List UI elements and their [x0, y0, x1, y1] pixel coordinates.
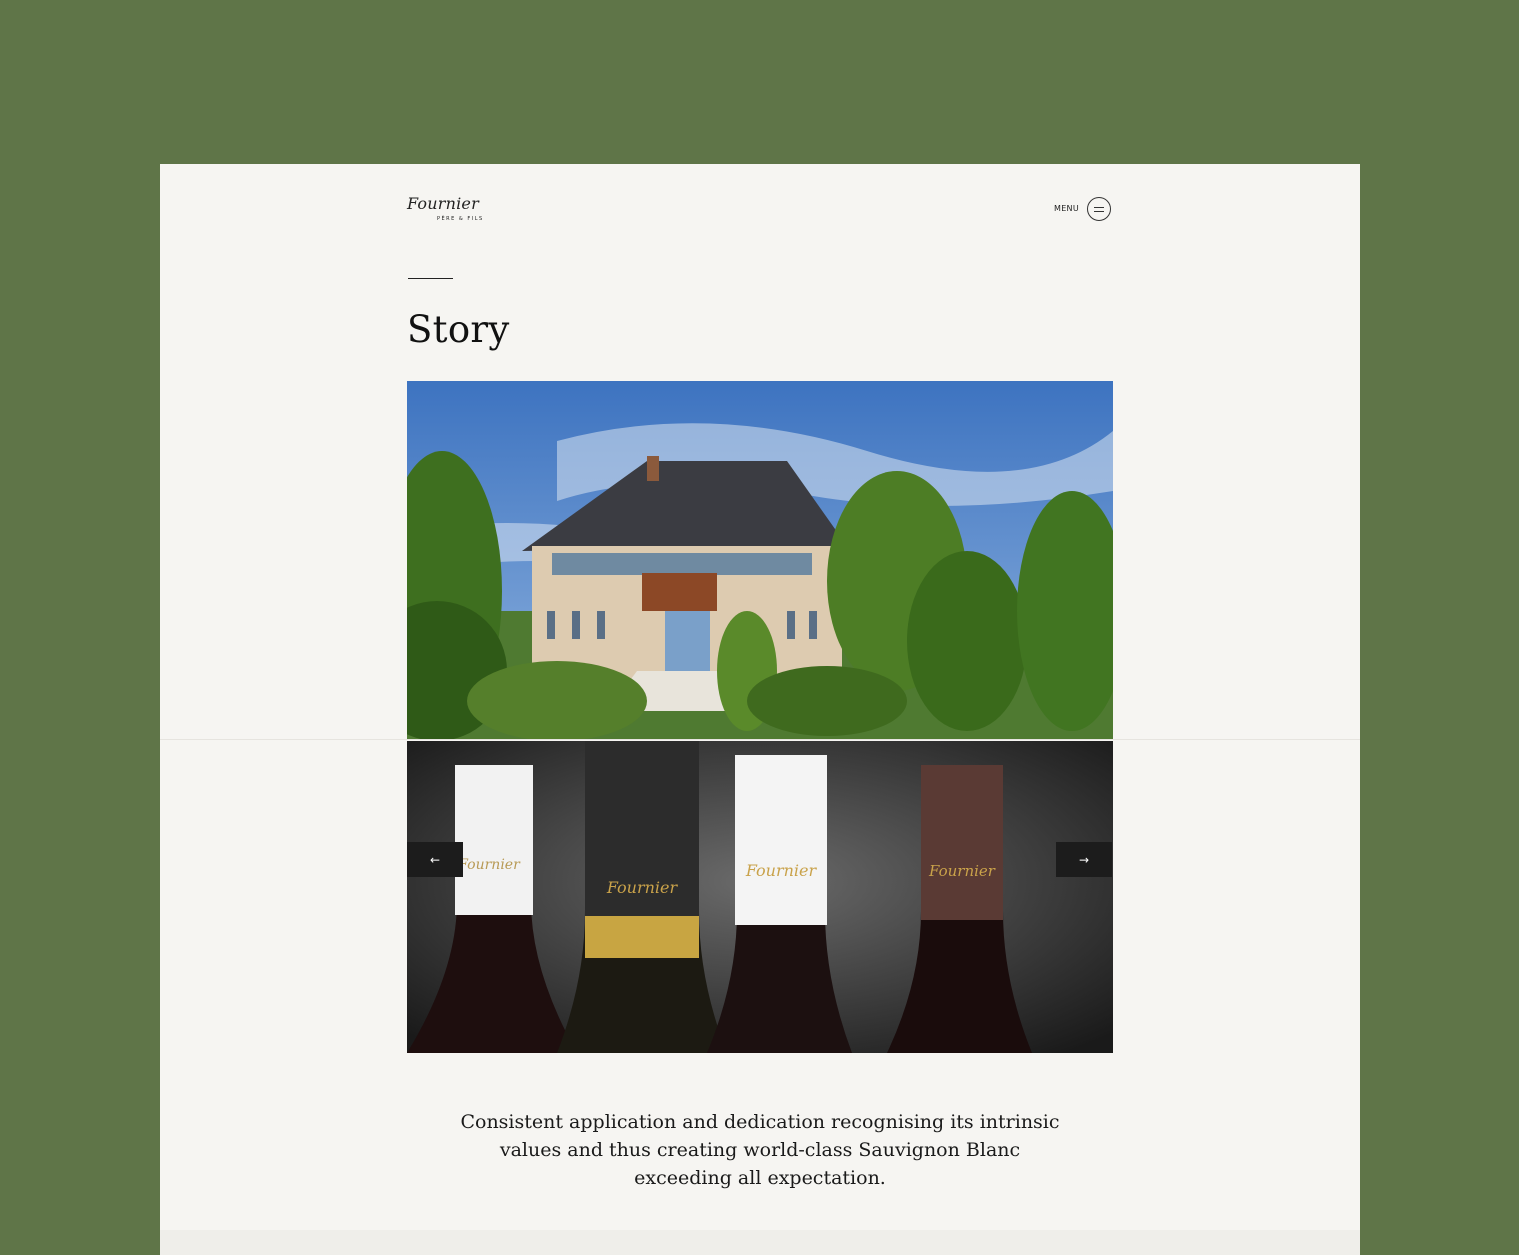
winery-building-image	[407, 381, 1113, 739]
intro-quote: Consistent application and dedication re…	[460, 1111, 1060, 1189]
page-card: Fournier PÈRE & FILS MENU Story Fournier…	[160, 164, 1360, 1255]
image-slider[interactable]: Fournier Fournier Fournier Fournier ← →	[407, 741, 1113, 1053]
menu-button[interactable]	[1087, 197, 1111, 221]
svg-text:Fournier: Fournier	[928, 862, 996, 880]
logo-subtext: PÈRE & FILS	[437, 216, 484, 222]
arrow-right-icon: →	[1078, 852, 1090, 867]
svg-text:Fournier: Fournier	[745, 861, 818, 880]
menu-label[interactable]: MENU	[1054, 204, 1079, 213]
svg-text:Fournier: Fournier	[457, 857, 521, 873]
arrow-left-icon: ←	[429, 852, 441, 867]
page-title: Story	[407, 308, 510, 351]
slider-prev-button[interactable]: ←	[407, 842, 463, 877]
logo-text: Fournier	[407, 194, 479, 213]
section-divider	[160, 739, 1360, 740]
footer-band	[160, 1230, 1360, 1255]
brand-logo[interactable]: Fournier PÈRE & FILS	[407, 194, 482, 228]
title-rule	[408, 278, 453, 279]
svg-text:Fournier: Fournier	[606, 878, 679, 897]
slider-next-button[interactable]: →	[1056, 842, 1112, 877]
wine-bottles-image: Fournier Fournier Fournier Fournier	[407, 741, 1113, 1053]
